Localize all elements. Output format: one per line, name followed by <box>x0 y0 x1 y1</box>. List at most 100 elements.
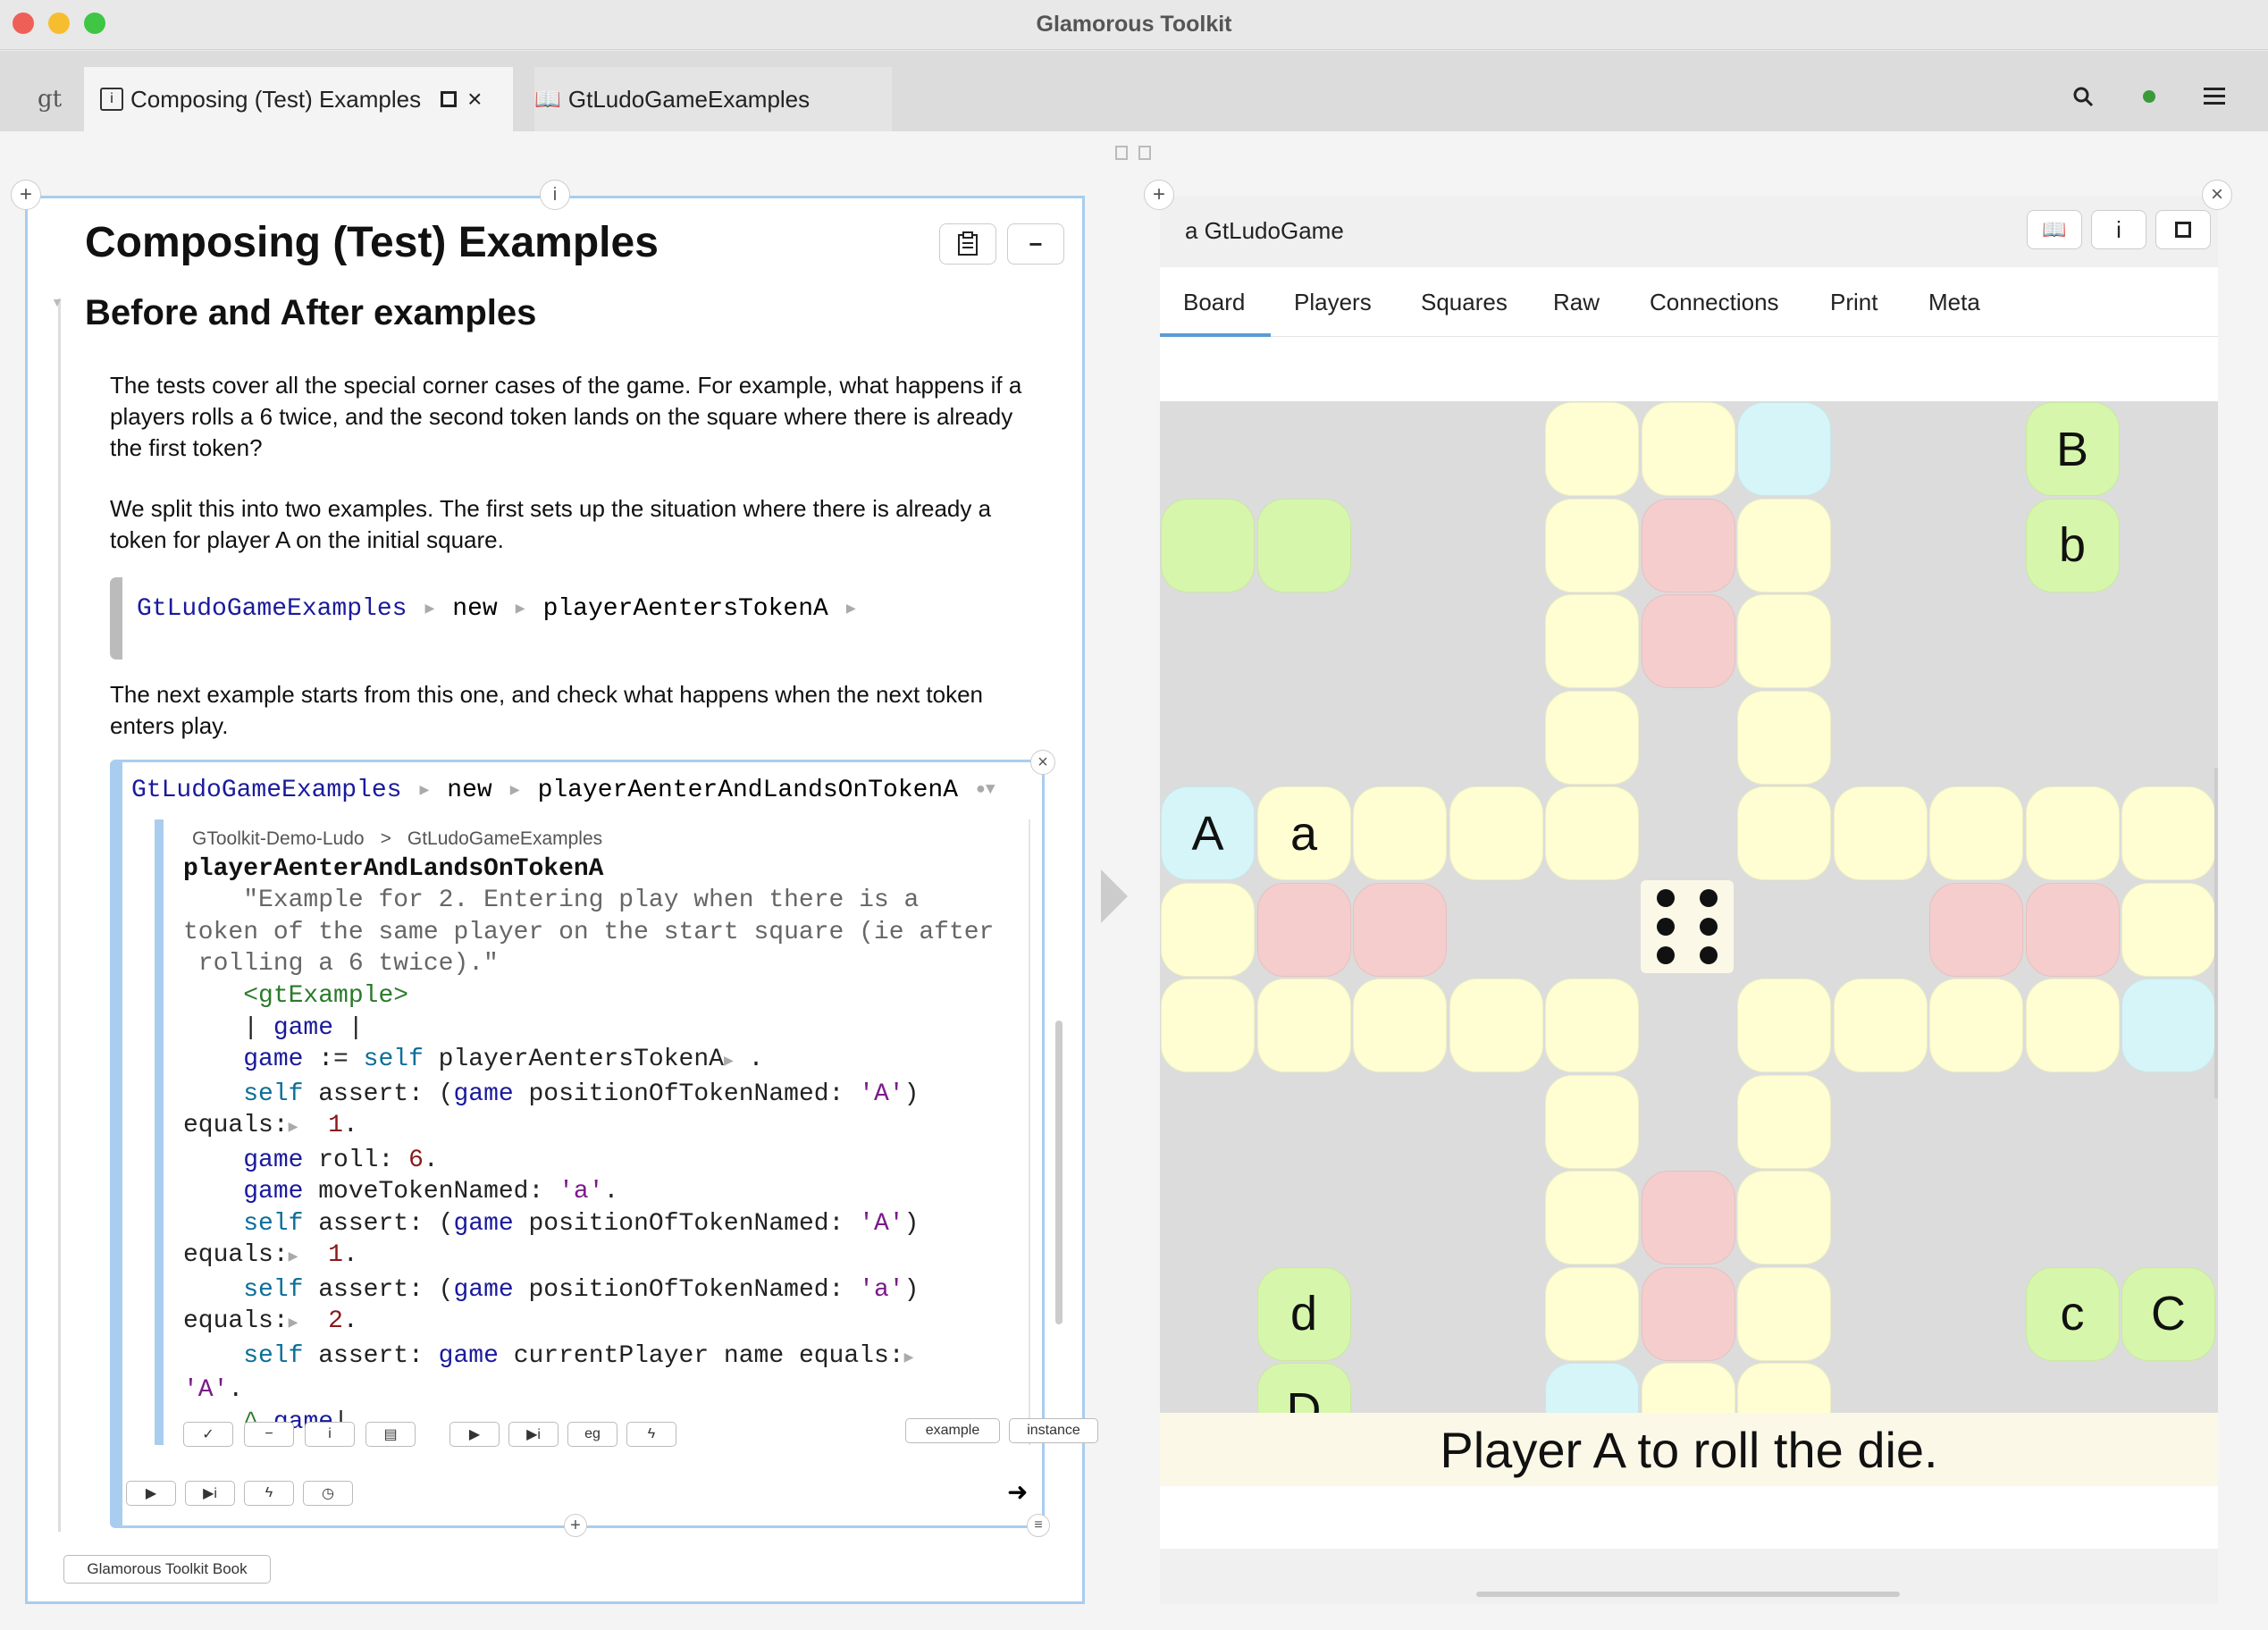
tab-squares[interactable]: Squares <box>1421 267 1508 337</box>
board-square[interactable] <box>2025 979 2120 1072</box>
board-square[interactable] <box>1545 786 1639 880</box>
class-name[interactable]: GtLudoGameExamples <box>131 777 401 804</box>
tab-players[interactable]: Players <box>1294 267 1372 337</box>
arrow-right-icon[interactable]: ➜ <box>1007 1477 1028 1507</box>
method-body[interactable]: <gtExample> | game | game := self player… <box>183 980 919 1438</box>
minimize-button[interactable]: − <box>1007 223 1064 265</box>
board-square[interactable] <box>1161 979 1255 1072</box>
board-square[interactable] <box>1449 979 1543 1072</box>
tab-raw[interactable]: Raw <box>1553 267 1600 337</box>
collapse-triangle-icon[interactable]: ●▼ <box>976 781 995 799</box>
close-tab-icon[interactable]: × <box>467 85 482 113</box>
menu-small-icon[interactable]: ≡ <box>1027 1514 1050 1537</box>
board-square[interactable] <box>1161 498 1255 592</box>
book-button[interactable]: Glamorous Toolkit Book <box>63 1555 271 1584</box>
board-square[interactable] <box>1545 1074 1639 1169</box>
board-square[interactable] <box>2121 979 2215 1072</box>
board-square[interactable] <box>1641 1266 1735 1361</box>
board-square[interactable] <box>1737 979 1831 1072</box>
debug-snippet-button[interactable]: ϟ <box>244 1481 294 1506</box>
maximize-view-button[interactable] <box>2155 210 2211 249</box>
add-snippet-button[interactable]: + <box>564 1514 587 1537</box>
board-square[interactable] <box>1545 979 1639 1072</box>
message-name[interactable]: playerAenterAndLandsOnTokenA <box>538 777 958 804</box>
minimize-code-button[interactable]: − <box>244 1422 294 1447</box>
add-pane-left-button[interactable]: + <box>11 180 41 210</box>
message-name[interactable]: playerAentersTokenA <box>543 595 828 623</box>
expand-triangle-icon[interactable]: ▶ <box>510 780 520 800</box>
tab-connections[interactable]: Connections <box>1650 267 1779 337</box>
token-square-a[interactable]: a <box>1256 786 1351 880</box>
board-square[interactable] <box>1545 594 1639 688</box>
clipboard-button[interactable] <box>939 223 996 265</box>
expand-triangle-icon[interactable]: ▶ <box>424 599 434 618</box>
board-square[interactable] <box>1161 882 1255 977</box>
horizontal-scrollbar[interactable] <box>1476 1592 1900 1597</box>
board-square[interactable] <box>1256 498 1351 592</box>
board-square[interactable] <box>1641 402 1735 496</box>
expand-triangle-icon[interactable]: ▶ <box>419 780 429 800</box>
breadcrumb-class[interactable]: GtLudoGameExamples <box>407 828 602 850</box>
token-square-c[interactable]: c <box>2025 1266 2120 1361</box>
board-square[interactable] <box>1641 594 1735 688</box>
token-square-C[interactable]: C <box>2121 1266 2215 1361</box>
board-square[interactable] <box>1737 402 1831 496</box>
board-square[interactable] <box>1449 786 1543 880</box>
board-square[interactable] <box>1929 882 2023 977</box>
board-square[interactable] <box>1929 979 2023 1072</box>
vertical-scrollbar[interactable] <box>2214 768 2218 1098</box>
message-name[interactable]: new <box>447 777 491 804</box>
board-square[interactable] <box>1929 786 2023 880</box>
pane-layout-icon[interactable] <box>1115 146 1128 160</box>
token-square-A[interactable]: A <box>1161 786 1255 880</box>
token-square-d[interactable]: d <box>1256 1266 1351 1361</box>
scrollbar[interactable] <box>1055 1021 1063 1324</box>
tab-board[interactable]: Board <box>1183 267 1245 337</box>
tab-meta[interactable]: Meta <box>1928 267 1980 337</box>
board-square[interactable] <box>1737 1266 1831 1361</box>
board-square[interactable] <box>1353 786 1447 880</box>
inspect-button[interactable]: i <box>305 1422 355 1447</box>
instance-tag[interactable]: instance <box>1009 1418 1098 1443</box>
collapse-triangle-icon[interactable]: ▼ <box>51 295 63 309</box>
clipboard-code-button[interactable]: ▤ <box>365 1422 416 1447</box>
menu-icon[interactable] <box>2204 87 2225 111</box>
inspect-view-button[interactable]: i <box>2091 210 2146 249</box>
run-snippet-button[interactable]: ▶ <box>126 1481 176 1506</box>
method-name[interactable]: playerAenterAndLandsOnTokenA <box>183 853 603 886</box>
tab-print[interactable]: Print <box>1830 267 1877 337</box>
profile-button[interactable]: ◷ <box>303 1481 353 1506</box>
run-inspect-button[interactable]: ▶i <box>508 1422 559 1447</box>
board-square[interactable] <box>1737 786 1831 880</box>
board-square[interactable] <box>1737 1074 1831 1169</box>
board-square[interactable] <box>1256 979 1351 1072</box>
board-square[interactable] <box>2025 882 2120 977</box>
book-view-button[interactable]: 📖 <box>2027 210 2082 249</box>
close-pane-button[interactable]: × <box>2202 180 2232 210</box>
die[interactable] <box>1641 880 1734 973</box>
example-button[interactable]: eg <box>567 1422 617 1447</box>
info-button[interactable]: i <box>540 180 570 210</box>
board-square[interactable] <box>1545 402 1639 496</box>
example-snippet-2[interactable]: GtLudoGameExamples ▶ new ▶ playerAenterAnd… <box>131 768 995 812</box>
board-square[interactable] <box>1833 786 1928 880</box>
accept-button[interactable]: ✓ <box>183 1422 233 1447</box>
tab-ludo-examples[interactable]: 📖 GtLudoGameExamples <box>534 67 892 131</box>
board-square[interactable] <box>1353 882 1447 977</box>
board-square[interactable] <box>2121 786 2215 880</box>
board-square[interactable] <box>1545 498 1639 592</box>
board-square[interactable] <box>1256 882 1351 977</box>
gt-home-tab[interactable]: gt <box>38 67 62 131</box>
debug-button[interactable]: ϟ <box>626 1422 676 1447</box>
close-example-button[interactable]: × <box>1030 750 1055 775</box>
run-inspect-snippet-button[interactable]: ▶i <box>185 1481 235 1506</box>
expand-triangle-icon[interactable]: ▶ <box>516 599 525 618</box>
board-square[interactable] <box>1353 979 1447 1072</box>
example-tag[interactable]: example <box>905 1418 1000 1443</box>
board-square[interactable] <box>1737 594 1831 688</box>
board-square[interactable] <box>2025 786 2120 880</box>
board-square[interactable] <box>2121 882 2215 977</box>
maximize-icon[interactable] <box>441 91 458 107</box>
expand-arrow-icon[interactable] <box>1101 870 1128 923</box>
token-square-B[interactable]: B <box>2025 402 2120 496</box>
